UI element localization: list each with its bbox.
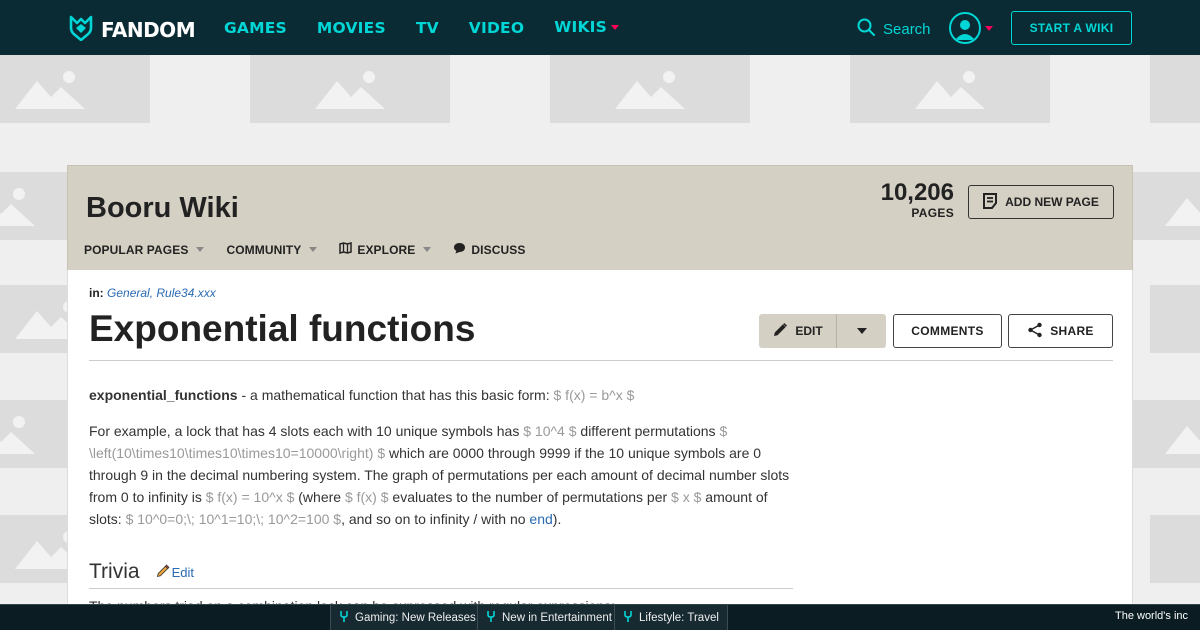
- comments-button[interactable]: COMMENTS: [893, 314, 1002, 348]
- add-new-page-button[interactable]: ADD NEW PAGE: [968, 185, 1114, 219]
- math-formula: $ f(x) = b^x $: [553, 387, 635, 403]
- wiki-nav-community[interactable]: COMMUNITY: [226, 242, 318, 257]
- math-formula: $ x $: [671, 489, 702, 505]
- nav-wikis-label: WIKIS: [554, 18, 608, 36]
- news-ticker[interactable]: The world's inc: [1115, 610, 1188, 622]
- math-formula: $ 10^0=0;\; 10^1=10;\; 10^2=100 $: [125, 511, 342, 527]
- category-links[interactable]: General, Rule34.xxx: [107, 286, 216, 300]
- pencil-icon: [156, 564, 170, 581]
- bottom-bar-item-travel[interactable]: Lifestyle: Travel: [614, 605, 728, 630]
- chevron-down-icon: [856, 328, 867, 334]
- article-text: (where: [294, 489, 345, 505]
- article-text: , and so on to infinity / with no: [341, 511, 530, 527]
- search-button[interactable]: Search: [857, 18, 931, 40]
- start-a-wiki-button[interactable]: START A WIKI: [1011, 11, 1132, 45]
- section-edit-link[interactable]: Edit: [156, 564, 194, 581]
- fandom-heart-icon: [67, 13, 95, 46]
- search-label: Search: [883, 20, 931, 38]
- placeholder-image-icon: [1150, 285, 1200, 353]
- global-nav-links: GAMES MOVIES TV VIDEO WIKIS: [224, 0, 620, 55]
- pencil-icon: [772, 322, 788, 341]
- article-text: - a mathematical function that has this …: [237, 387, 554, 403]
- fandom-logo[interactable]: FANDOM: [67, 13, 196, 46]
- placeholder-image-icon: [1150, 55, 1200, 123]
- article-text: evaluates to the number of permutations …: [388, 489, 672, 505]
- search-icon: [857, 18, 875, 40]
- article-paragraph: exponential_functions - a mathematical f…: [89, 384, 799, 406]
- wiki-header: Booru Wiki 10,206 PAGES ADD NEW PAGE POP…: [67, 165, 1133, 270]
- math-formula: $ f(x) = 10^x $: [205, 489, 295, 505]
- map-icon: [339, 242, 353, 257]
- add-page-icon: [983, 192, 998, 212]
- edit-button[interactable]: EDIT: [759, 314, 837, 348]
- article-text: ).: [552, 511, 562, 527]
- bottom-bar-label: Lifestyle: Travel: [639, 611, 719, 624]
- user-avatar-icon[interactable]: [949, 12, 981, 44]
- placeholder-image-icon: [1150, 515, 1200, 583]
- section-heading-trivia: Trivia Edit: [89, 560, 793, 589]
- tuning-fork-icon: [339, 610, 349, 625]
- placeholder-image-icon: [250, 55, 450, 123]
- bottom-bar-item-gaming[interactable]: Gaming: New Releases: [330, 605, 485, 630]
- math-formula: $ 10^4 $: [523, 423, 577, 439]
- nav-tv[interactable]: TV: [416, 19, 439, 37]
- article-body: exponential_functions - a mathematical f…: [89, 384, 799, 544]
- wiki-nav-label: DISCUSS: [471, 242, 526, 257]
- bottom-bar-item-entertainment[interactable]: New in Entertainment: [477, 605, 621, 630]
- chevron-down-icon: [611, 25, 620, 31]
- add-page-label: ADD NEW PAGE: [1005, 195, 1099, 209]
- global-navigation: FANDOM GAMES MOVIES TV VIDEO WIKIS Searc…: [0, 0, 1200, 55]
- edit-dropdown-button[interactable]: [837, 314, 886, 348]
- section-heading-text: Trivia: [89, 560, 140, 583]
- nav-video[interactable]: VIDEO: [469, 19, 524, 37]
- tuning-fork-icon: [623, 610, 633, 625]
- chevron-down-icon: [196, 247, 205, 252]
- wiki-nav-label: POPULAR PAGES: [84, 242, 189, 257]
- nav-movies[interactable]: MOVIES: [317, 19, 386, 37]
- article-text: different permutations: [576, 423, 720, 439]
- end-link[interactable]: end: [529, 511, 552, 527]
- wiki-nav-popular-pages[interactable]: POPULAR PAGES: [84, 242, 205, 257]
- wiki-navigation: POPULAR PAGES COMMUNITY EXPLORE DISCUSS: [84, 242, 525, 257]
- page-title: Exponential functions: [89, 308, 476, 349]
- bottom-bar: Gaming: New Releases New in Entertainmen…: [0, 604, 1200, 630]
- wiki-nav-explore[interactable]: EXPLORE: [339, 242, 432, 257]
- nav-games[interactable]: GAMES: [224, 19, 287, 37]
- edit-button-group: EDIT: [759, 314, 886, 348]
- page-content: in: General, Rule34.xxx Exponential func…: [67, 270, 1133, 630]
- article-term: exponential_functions: [89, 387, 238, 403]
- pages-count-value: 10,206: [880, 179, 954, 206]
- section-edit-label: Edit: [171, 565, 194, 580]
- article-paragraph: For example, a lock that has 4 slots eac…: [89, 420, 799, 530]
- wiki-nav-discuss[interactable]: DISCUSS: [453, 242, 525, 257]
- speech-bubble-icon: [453, 242, 466, 257]
- tuning-fork-icon: [486, 610, 496, 625]
- pages-counter: 10,206 PAGES: [880, 179, 954, 221]
- chevron-down-icon[interactable]: [985, 26, 993, 31]
- article-text: For example, a lock that has 4 slots eac…: [89, 423, 524, 439]
- wiki-nav-label: COMMUNITY: [226, 242, 302, 257]
- chevron-down-icon: [309, 247, 318, 252]
- share-button[interactable]: SHARE: [1008, 314, 1113, 348]
- wiki-nav-label: EXPLORE: [357, 242, 416, 257]
- pages-count-label: PAGES: [911, 206, 954, 221]
- share-label: SHARE: [1050, 324, 1094, 338]
- placeholder-image-icon: [850, 55, 1050, 123]
- bottom-bar-label: New in Entertainment: [502, 611, 612, 624]
- title-divider: [89, 360, 1113, 361]
- fandom-logo-text: FANDOM: [101, 17, 196, 42]
- placeholder-image-icon: [550, 55, 750, 123]
- categories-prefix: in:: [89, 286, 104, 300]
- nav-wikis[interactable]: WIKIS: [554, 18, 620, 37]
- categories: in: General, Rule34.xxx: [89, 286, 216, 300]
- share-icon: [1027, 322, 1043, 341]
- chevron-down-icon: [423, 247, 432, 252]
- bottom-bar-label: Gaming: New Releases: [355, 611, 476, 624]
- math-formula: $ f(x) $: [344, 489, 389, 505]
- edit-label: EDIT: [795, 324, 823, 338]
- placeholder-image-icon: [0, 55, 150, 123]
- wiki-name[interactable]: Booru Wiki: [86, 192, 239, 225]
